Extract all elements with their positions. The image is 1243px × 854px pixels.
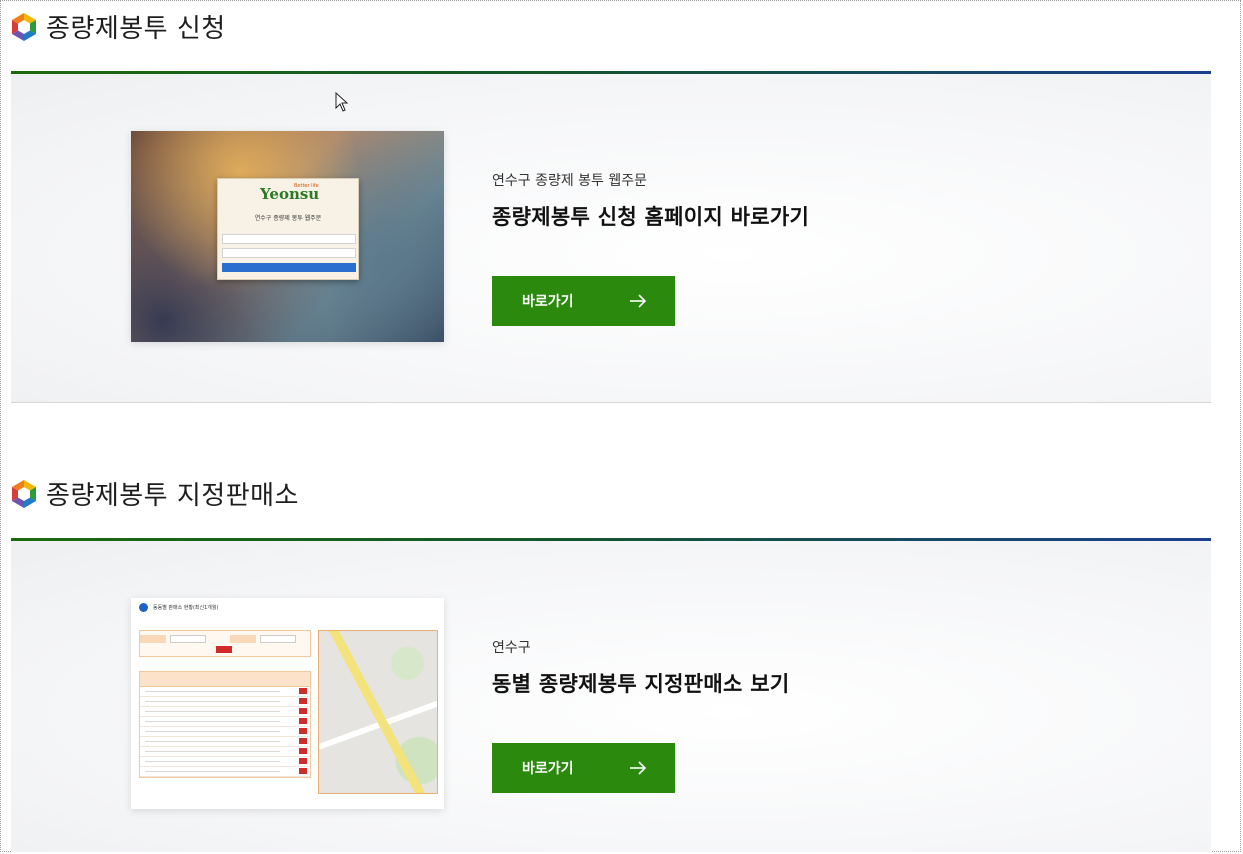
preview-login-button <box>222 263 356 272</box>
arrow-right-icon <box>630 294 647 308</box>
stores-go-button[interactable]: 바로가기 <box>492 743 675 793</box>
preview-store-table <box>139 671 311 778</box>
stores-site-preview[interactable]: 동동별 판매소 현황(최신1개월) <box>131 598 444 809</box>
arrow-right-icon <box>630 761 647 775</box>
preview-search-box <box>139 630 311 657</box>
stores-heading: 동별 종량제봉투 지정판매소 보기 <box>492 672 790 696</box>
section-title-stores: 종량제봉투 지정판매소 <box>10 475 299 512</box>
preview-input <box>222 248 356 258</box>
apply-site-preview[interactable]: Better life Yeonsu 연수구 종량제 봉투 웹주문 <box>131 131 444 342</box>
section-title-text: 종량제봉투 신청 <box>46 14 226 44</box>
section-title-text: 종량제봉투 지정판매소 <box>46 481 299 511</box>
hexagon-logo-icon <box>12 479 36 508</box>
hexagon-logo-icon <box>12 12 36 41</box>
preview-map <box>318 630 438 794</box>
apply-go-button[interactable]: 바로가기 <box>492 276 675 326</box>
preview-login-box: Better life Yeonsu 연수구 종량제 봉투 웹주문 <box>217 178 359 280</box>
preview-header: 동동별 판매소 현황(최신1개월) <box>139 603 218 612</box>
section-title-apply: 종량제봉투 신청 <box>10 8 226 45</box>
apply-subtitle: 연수구 종량제 봉투 웹주문 <box>492 173 648 189</box>
mouse-cursor-icon <box>335 92 349 112</box>
preview-brand-logo: Yeonsu <box>260 185 320 203</box>
preview-title: 연수구 종량제 봉투 웹주문 <box>254 215 322 222</box>
section-divider <box>11 402 1211 403</box>
preview-title: 동동별 판매소 현황(최신1개월) <box>153 605 219 611</box>
apply-heading: 종량제봉투 신청 홈페이지 바로가기 <box>492 205 810 229</box>
preview-logo-dot <box>139 603 148 612</box>
stores-subtitle: 연수구 <box>492 640 531 656</box>
go-button-label: 바로가기 <box>522 293 574 309</box>
go-button-label: 바로가기 <box>522 760 574 776</box>
preview-input <box>222 234 356 244</box>
